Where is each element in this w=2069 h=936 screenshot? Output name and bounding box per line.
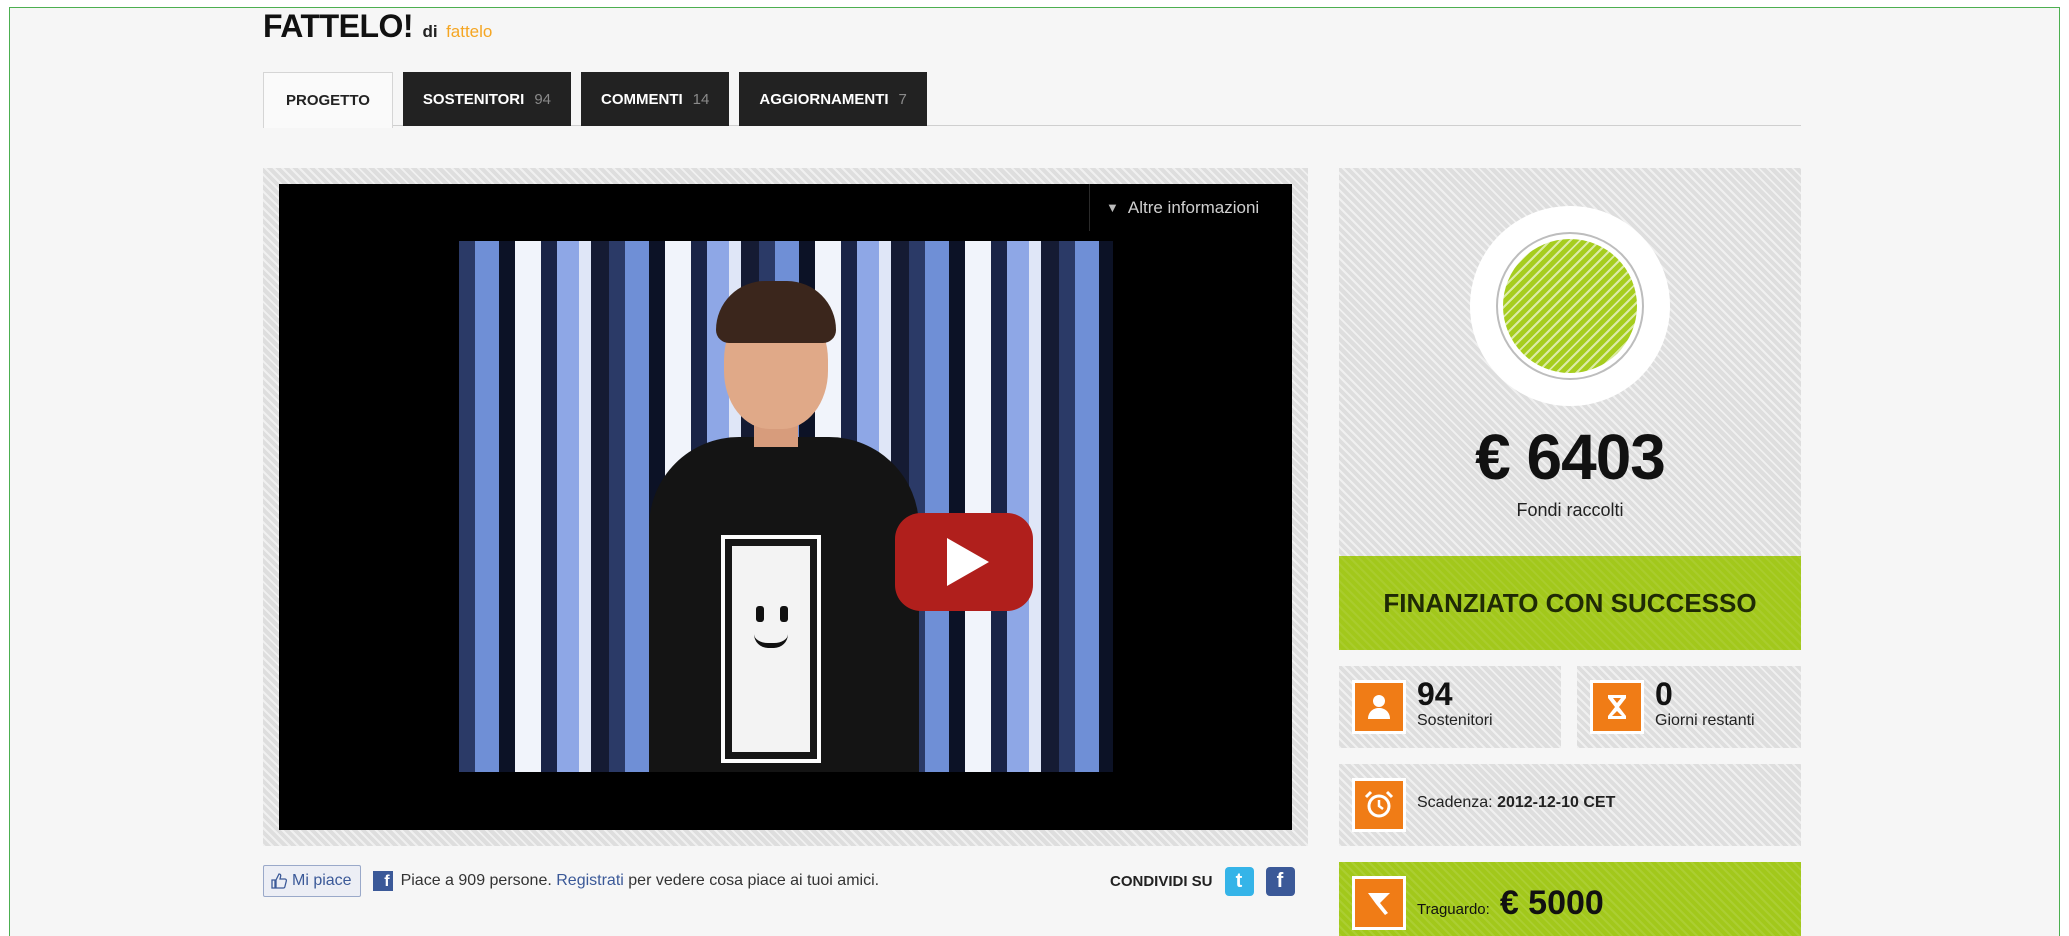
tab-aggiornamenti[interactable]: AGGIORNAMENTI 7 [739, 72, 927, 126]
video-player[interactable]: ▼ Altre informazioni [279, 184, 1292, 830]
sign-eye [756, 606, 764, 622]
backers-count: 94 [1417, 676, 1453, 712]
funded-status-banner: FINANZIATO CON SUCCESSO [1339, 556, 1801, 650]
progress-ring-fill [1503, 239, 1637, 373]
deadline-text: Scadenza: 2012-12-10 CET [1417, 794, 1615, 812]
person-hair [716, 281, 836, 343]
deadline-value: 2012-12-10 CET [1497, 794, 1616, 811]
goal-text: Traguardo: € 5000 [1417, 884, 1604, 923]
video-panel: ▼ Altre informazioni [263, 168, 1308, 846]
goal-label: Traguardo: [1417, 901, 1490, 918]
funds-box: € 6403 Fondi raccolti [1339, 168, 1801, 556]
project-tabs: PROGETTO SOSTENITORI 94 COMMENTI 14 AGGI… [263, 72, 927, 128]
funds-amount: € 6403 [1475, 421, 1666, 493]
tab-count: 7 [898, 90, 907, 108]
facebook-icon: f [372, 871, 393, 891]
goal-stat: Traguardo: € 5000 [1339, 862, 1801, 936]
tab-label: PROGETTO [286, 92, 370, 109]
register-link[interactable]: Registrati [556, 872, 624, 889]
goal-value: € 5000 [1499, 884, 1604, 922]
more-info-arrows-icon: ▼ [1106, 200, 1119, 215]
like-suffix-text: per vedere cosa piace ai tuoi amici. [628, 872, 880, 889]
like-count-text: Piace a 909 persone. [400, 872, 552, 889]
like-button-label: Mi piace [292, 872, 352, 889]
days-left-count: 0 [1655, 676, 1673, 712]
sign-mouth [754, 634, 788, 648]
thumbs-up-icon [271, 873, 288, 889]
backers-label: Sostenitori [1417, 712, 1493, 729]
author-link[interactable]: fattelo [446, 22, 492, 41]
play-icon [947, 538, 989, 586]
sign-eye [780, 606, 788, 622]
progress-ring-border [1496, 232, 1644, 380]
project-title: FATTELO! [263, 8, 414, 44]
deadline-label: Scadenza: [1417, 794, 1493, 811]
share-row: CONDIVIDI SU t f [1110, 864, 1295, 898]
backers-stat: 94 Sostenitori [1339, 666, 1561, 748]
tab-label: COMMENTI [601, 90, 683, 108]
alarm-clock-icon [1352, 778, 1406, 832]
deadline-stat: Scadenza: 2012-12-10 CET [1339, 764, 1801, 846]
video-thumbnail [459, 241, 1113, 772]
progress-ring [1470, 206, 1670, 406]
tab-count: 14 [692, 90, 710, 108]
hourglass-icon [1590, 680, 1644, 734]
tab-count: 94 [534, 90, 551, 108]
facebook-share-icon[interactable]: f [1265, 866, 1295, 896]
twitter-icon[interactable]: t [1224, 866, 1254, 896]
tab-sostenitori[interactable]: SOSTENITORI 94 [402, 72, 571, 126]
play-button[interactable] [895, 513, 1033, 611]
smiley-sign [721, 535, 821, 763]
days-left-label: Giorni restanti [1655, 712, 1755, 729]
by-label: di [422, 22, 438, 41]
user-icon [1352, 680, 1406, 734]
funds-label: Fondi raccolti [1516, 500, 1624, 520]
more-info-label: Altre informazioni [1127, 197, 1260, 217]
tab-commenti[interactable]: COMMENTI 14 [581, 72, 730, 126]
tab-label: SOSTENITORI [422, 90, 525, 108]
more-info-button[interactable]: ▼ Altre informazioni [1089, 184, 1292, 231]
days-left-stat: 0 Giorni restanti [1577, 666, 1801, 748]
tab-progetto[interactable]: PROGETTO [263, 72, 393, 128]
tab-label: AGGIORNAMENTI [759, 90, 889, 108]
flag-icon [1352, 876, 1406, 930]
project-header: FATTELO! di fattelo [263, 8, 492, 45]
like-text: Piace a 909 persone. Registrati per vede… [401, 872, 880, 890]
like-button[interactable]: Mi piace [263, 865, 361, 897]
share-label: CONDIVIDI SU [1110, 872, 1213, 890]
facebook-like-row: Mi piace f Piace a 909 persone. Registra… [263, 864, 879, 898]
